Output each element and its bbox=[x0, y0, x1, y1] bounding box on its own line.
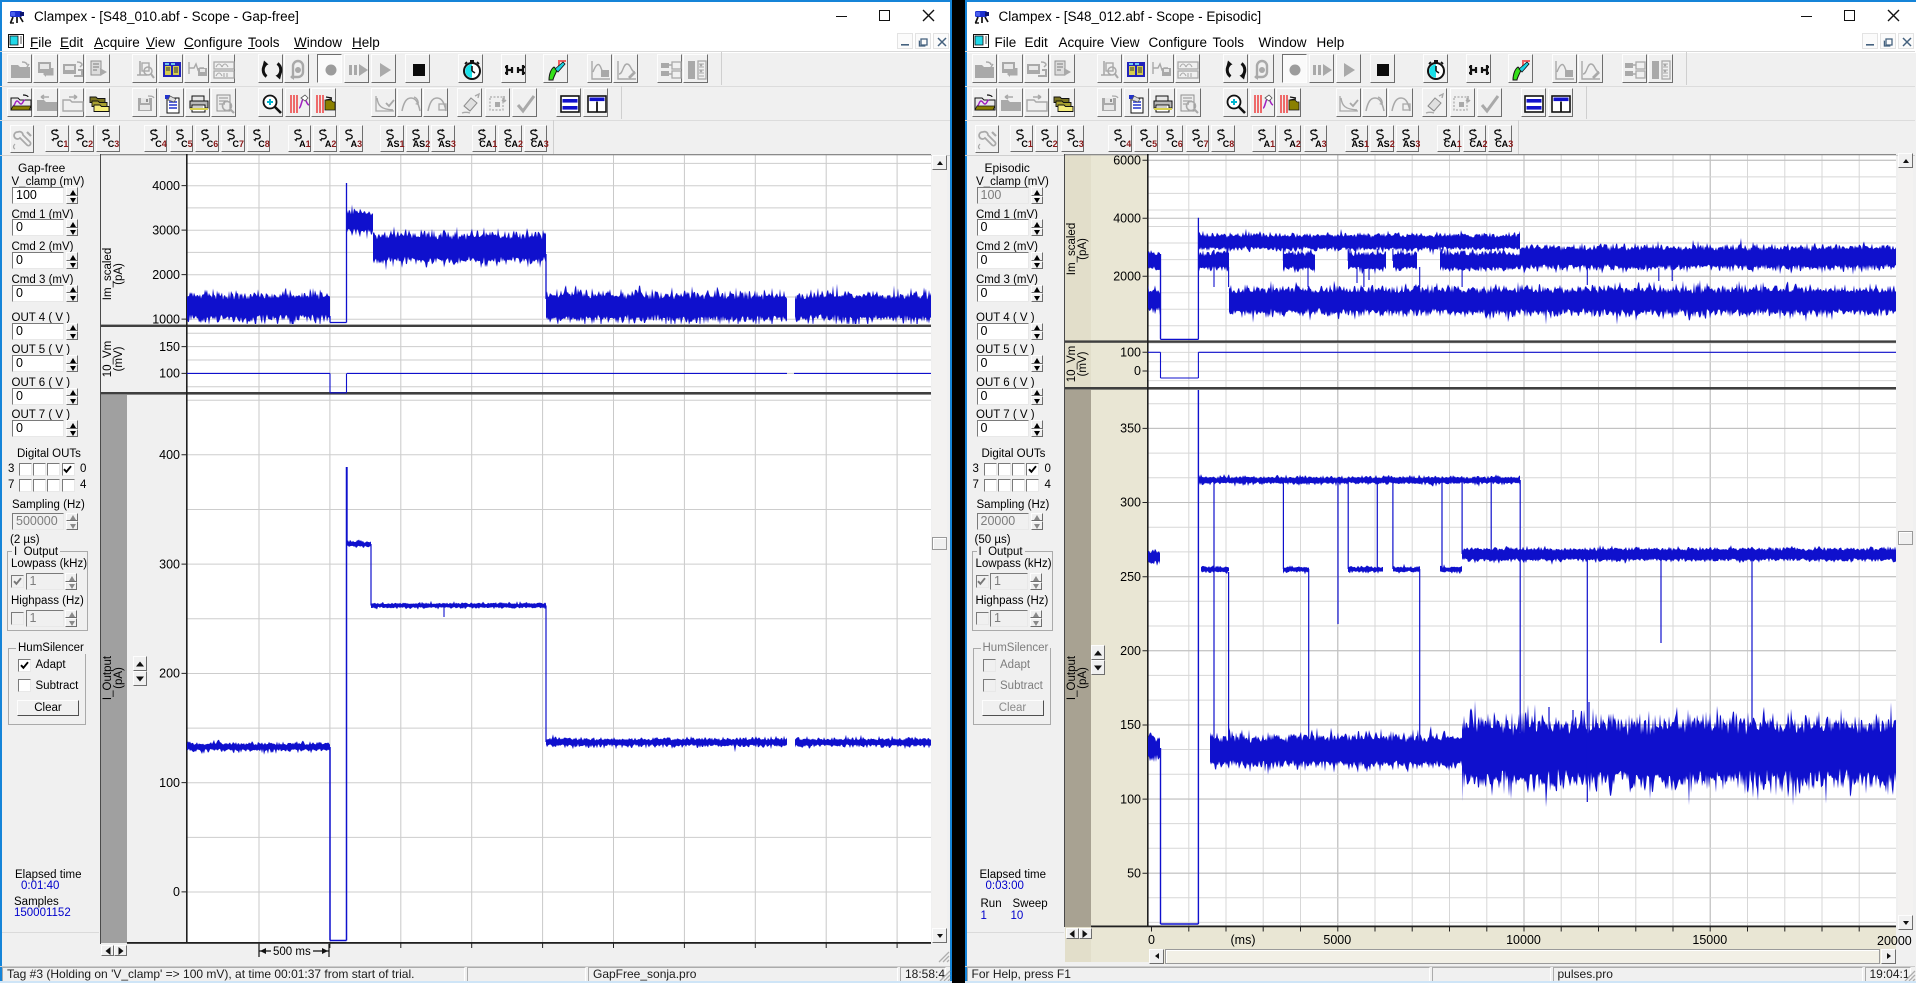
svg-text:350: 350 bbox=[1120, 422, 1141, 436]
svg-text:(mV): (mV) bbox=[113, 346, 125, 371]
svg-text:100: 100 bbox=[159, 367, 180, 381]
svg-text:4000: 4000 bbox=[1113, 211, 1141, 225]
svg-text:200: 200 bbox=[159, 667, 180, 681]
svg-text:6000: 6000 bbox=[1113, 154, 1141, 168]
svg-text:0: 0 bbox=[1148, 933, 1155, 947]
svg-text:2000: 2000 bbox=[1113, 269, 1141, 283]
svg-text:(pA): (pA) bbox=[113, 263, 125, 285]
svg-text:(ms): (ms) bbox=[1231, 933, 1256, 947]
svg-text:300: 300 bbox=[1120, 496, 1141, 510]
svg-text:100: 100 bbox=[1120, 346, 1141, 360]
svg-text:0: 0 bbox=[1134, 364, 1141, 378]
svg-text:200: 200 bbox=[1120, 644, 1141, 658]
svg-text:0: 0 bbox=[173, 885, 180, 899]
svg-text:(pA): (pA) bbox=[113, 667, 125, 689]
svg-text:400: 400 bbox=[159, 448, 180, 462]
svg-text:(mV): (mV) bbox=[1077, 351, 1089, 376]
svg-text:10000: 10000 bbox=[1506, 933, 1541, 947]
svg-text:5000: 5000 bbox=[1323, 933, 1351, 947]
svg-text:2000: 2000 bbox=[152, 268, 180, 282]
svg-text:4000: 4000 bbox=[152, 179, 180, 193]
svg-text:250: 250 bbox=[1120, 570, 1141, 584]
svg-text:1000: 1000 bbox=[152, 312, 180, 326]
svg-text:100: 100 bbox=[159, 776, 180, 790]
svg-text:3000: 3000 bbox=[152, 223, 180, 237]
svg-text:15000: 15000 bbox=[1692, 933, 1727, 947]
svg-text:300: 300 bbox=[159, 557, 180, 571]
svg-text:(pA): (pA) bbox=[1077, 238, 1089, 260]
svg-text:100: 100 bbox=[1120, 792, 1141, 806]
svg-text:150: 150 bbox=[1120, 718, 1141, 732]
svg-text:150: 150 bbox=[159, 340, 180, 354]
svg-text:(pA): (pA) bbox=[1077, 667, 1089, 689]
svg-text:50: 50 bbox=[1127, 867, 1141, 881]
